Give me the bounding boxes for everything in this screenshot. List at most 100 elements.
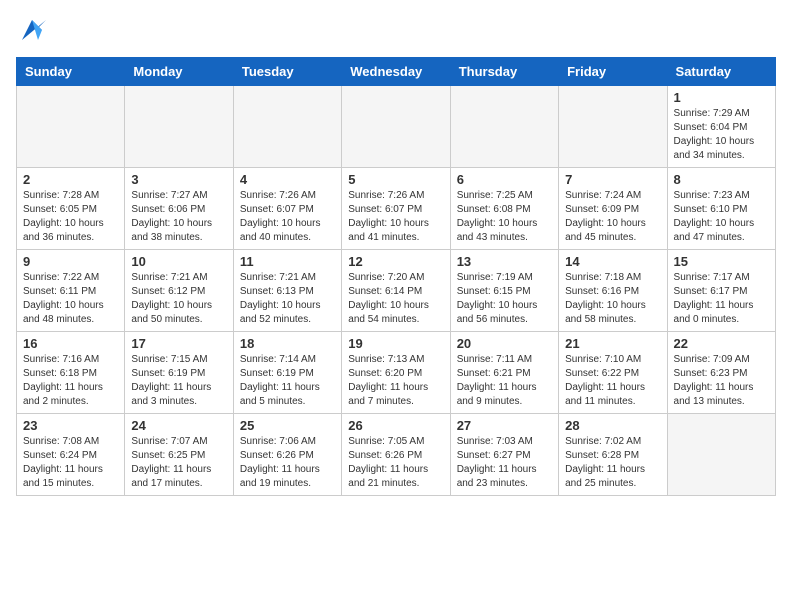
day-number: 4	[240, 172, 335, 187]
calendar-day-cell: 27 Sunrise: 7:03 AMSunset: 6:27 PMDayligh…	[450, 414, 558, 496]
day-info: Sunrise: 7:05 AMSunset: 6:26 PMDaylight:…	[348, 435, 443, 491]
weekday-header: Thursday	[450, 58, 558, 86]
calendar-table: SundayMondayTuesdayWednesdayThursdayFrid…	[16, 57, 776, 496]
day-info: Sunrise: 7:15 AMSunset: 6:19 PMDaylight:…	[131, 353, 226, 409]
calendar-week-row: 2 Sunrise: 7:28 AMSunset: 6:05 PMDaylight…	[17, 168, 776, 250]
day-info: Sunrise: 7:09 AMSunset: 6:23 PMDaylight:…	[674, 353, 769, 409]
weekday-header-row: SundayMondayTuesdayWednesdayThursdayFrid…	[17, 58, 776, 86]
day-number: 21	[565, 336, 660, 351]
calendar-day-cell	[233, 86, 341, 168]
day-number: 5	[348, 172, 443, 187]
calendar-day-cell: 9 Sunrise: 7:22 AMSunset: 6:11 PMDaylight…	[17, 250, 125, 332]
calendar-day-cell	[342, 86, 450, 168]
weekday-header: Sunday	[17, 58, 125, 86]
day-info: Sunrise: 7:21 AMSunset: 6:13 PMDaylight:…	[240, 271, 335, 327]
day-number: 14	[565, 254, 660, 269]
calendar-day-cell: 19 Sunrise: 7:13 AMSunset: 6:20 PMDayligh…	[342, 332, 450, 414]
calendar-day-cell: 16 Sunrise: 7:16 AMSunset: 6:18 PMDayligh…	[17, 332, 125, 414]
day-number: 3	[131, 172, 226, 187]
day-info: Sunrise: 7:10 AMSunset: 6:22 PMDaylight:…	[565, 353, 660, 409]
day-number: 25	[240, 418, 335, 433]
day-info: Sunrise: 7:06 AMSunset: 6:26 PMDaylight:…	[240, 435, 335, 491]
day-number: 8	[674, 172, 769, 187]
calendar-day-cell: 20 Sunrise: 7:11 AMSunset: 6:21 PMDayligh…	[450, 332, 558, 414]
calendar-day-cell	[450, 86, 558, 168]
day-number: 18	[240, 336, 335, 351]
day-info: Sunrise: 7:23 AMSunset: 6:10 PMDaylight:…	[674, 189, 769, 245]
calendar-day-cell: 12 Sunrise: 7:20 AMSunset: 6:14 PMDayligh…	[342, 250, 450, 332]
calendar-day-cell: 11 Sunrise: 7:21 AMSunset: 6:13 PMDayligh…	[233, 250, 341, 332]
day-number: 10	[131, 254, 226, 269]
day-info: Sunrise: 7:14 AMSunset: 6:19 PMDaylight:…	[240, 353, 335, 409]
calendar-day-cell: 10 Sunrise: 7:21 AMSunset: 6:12 PMDayligh…	[125, 250, 233, 332]
day-info: Sunrise: 7:18 AMSunset: 6:16 PMDaylight:…	[565, 271, 660, 327]
calendar-day-cell: 4 Sunrise: 7:26 AMSunset: 6:07 PMDaylight…	[233, 168, 341, 250]
calendar-day-cell	[125, 86, 233, 168]
day-info: Sunrise: 7:16 AMSunset: 6:18 PMDaylight:…	[23, 353, 118, 409]
day-info: Sunrise: 7:08 AMSunset: 6:24 PMDaylight:…	[23, 435, 118, 491]
day-info: Sunrise: 7:25 AMSunset: 6:08 PMDaylight:…	[457, 189, 552, 245]
day-number: 13	[457, 254, 552, 269]
day-number: 12	[348, 254, 443, 269]
calendar-day-cell: 17 Sunrise: 7:15 AMSunset: 6:19 PMDayligh…	[125, 332, 233, 414]
day-number: 15	[674, 254, 769, 269]
logo	[16, 16, 46, 49]
day-number: 22	[674, 336, 769, 351]
day-info: Sunrise: 7:26 AMSunset: 6:07 PMDaylight:…	[240, 189, 335, 245]
calendar-week-row: 16 Sunrise: 7:16 AMSunset: 6:18 PMDayligh…	[17, 332, 776, 414]
day-number: 27	[457, 418, 552, 433]
calendar-day-cell: 23 Sunrise: 7:08 AMSunset: 6:24 PMDayligh…	[17, 414, 125, 496]
calendar-day-cell: 14 Sunrise: 7:18 AMSunset: 6:16 PMDayligh…	[559, 250, 667, 332]
calendar-day-cell: 2 Sunrise: 7:28 AMSunset: 6:05 PMDaylight…	[17, 168, 125, 250]
calendar-week-row: 23 Sunrise: 7:08 AMSunset: 6:24 PMDayligh…	[17, 414, 776, 496]
calendar-day-cell	[559, 86, 667, 168]
day-info: Sunrise: 7:11 AMSunset: 6:21 PMDaylight:…	[457, 353, 552, 409]
calendar-day-cell: 1 Sunrise: 7:29 AMSunset: 6:04 PMDaylight…	[667, 86, 775, 168]
day-info: Sunrise: 7:02 AMSunset: 6:28 PMDaylight:…	[565, 435, 660, 491]
weekday-header: Saturday	[667, 58, 775, 86]
day-info: Sunrise: 7:21 AMSunset: 6:12 PMDaylight:…	[131, 271, 226, 327]
day-number: 23	[23, 418, 118, 433]
day-number: 1	[674, 90, 769, 105]
calendar-week-row: 1 Sunrise: 7:29 AMSunset: 6:04 PMDaylight…	[17, 86, 776, 168]
day-number: 7	[565, 172, 660, 187]
day-number: 19	[348, 336, 443, 351]
day-info: Sunrise: 7:20 AMSunset: 6:14 PMDaylight:…	[348, 271, 443, 327]
weekday-header: Monday	[125, 58, 233, 86]
day-number: 17	[131, 336, 226, 351]
day-number: 20	[457, 336, 552, 351]
logo-icon	[18, 16, 46, 44]
calendar-day-cell: 25 Sunrise: 7:06 AMSunset: 6:26 PMDayligh…	[233, 414, 341, 496]
calendar-day-cell	[667, 414, 775, 496]
day-number: 9	[23, 254, 118, 269]
calendar-day-cell: 26Sunrise: 7:05 AMSunset: 6:26 PMDayligh…	[342, 414, 450, 496]
calendar-day-cell: 24 Sunrise: 7:07 AMSunset: 6:25 PMDayligh…	[125, 414, 233, 496]
calendar-day-cell: 22 Sunrise: 7:09 AMSunset: 6:23 PMDayligh…	[667, 332, 775, 414]
calendar-day-cell: 8 Sunrise: 7:23 AMSunset: 6:10 PMDaylight…	[667, 168, 775, 250]
day-info: Sunrise: 7:22 AMSunset: 6:11 PMDaylight:…	[23, 271, 118, 327]
calendar-day-cell: 21 Sunrise: 7:10 AMSunset: 6:22 PMDayligh…	[559, 332, 667, 414]
day-info: Sunrise: 7:29 AMSunset: 6:04 PMDaylight:…	[674, 107, 769, 163]
weekday-header: Wednesday	[342, 58, 450, 86]
day-info: Sunrise: 7:03 AMSunset: 6:27 PMDaylight:…	[457, 435, 552, 491]
day-number: 28	[565, 418, 660, 433]
day-info: Sunrise: 7:19 AMSunset: 6:15 PMDaylight:…	[457, 271, 552, 327]
day-number: 11	[240, 254, 335, 269]
day-info: Sunrise: 7:17 AMSunset: 6:17 PMDaylight:…	[674, 271, 769, 327]
day-number: 2	[23, 172, 118, 187]
day-info: Sunrise: 7:13 AMSunset: 6:20 PMDaylight:…	[348, 353, 443, 409]
calendar-day-cell: 5 Sunrise: 7:26 AMSunset: 6:07 PMDaylight…	[342, 168, 450, 250]
day-info: Sunrise: 7:28 AMSunset: 6:05 PMDaylight:…	[23, 189, 118, 245]
calendar-week-row: 9 Sunrise: 7:22 AMSunset: 6:11 PMDaylight…	[17, 250, 776, 332]
calendar-day-cell: 18 Sunrise: 7:14 AMSunset: 6:19 PMDayligh…	[233, 332, 341, 414]
day-number: 16	[23, 336, 118, 351]
day-info: Sunrise: 7:26 AMSunset: 6:07 PMDaylight:…	[348, 189, 443, 245]
weekday-header: Tuesday	[233, 58, 341, 86]
day-info: Sunrise: 7:07 AMSunset: 6:25 PMDaylight:…	[131, 435, 226, 491]
page-header	[16, 16, 776, 49]
calendar-day-cell: 28 Sunrise: 7:02 AMSunset: 6:28 PMDayligh…	[559, 414, 667, 496]
weekday-header: Friday	[559, 58, 667, 86]
day-number: 24	[131, 418, 226, 433]
calendar-day-cell	[17, 86, 125, 168]
day-number: 6	[457, 172, 552, 187]
